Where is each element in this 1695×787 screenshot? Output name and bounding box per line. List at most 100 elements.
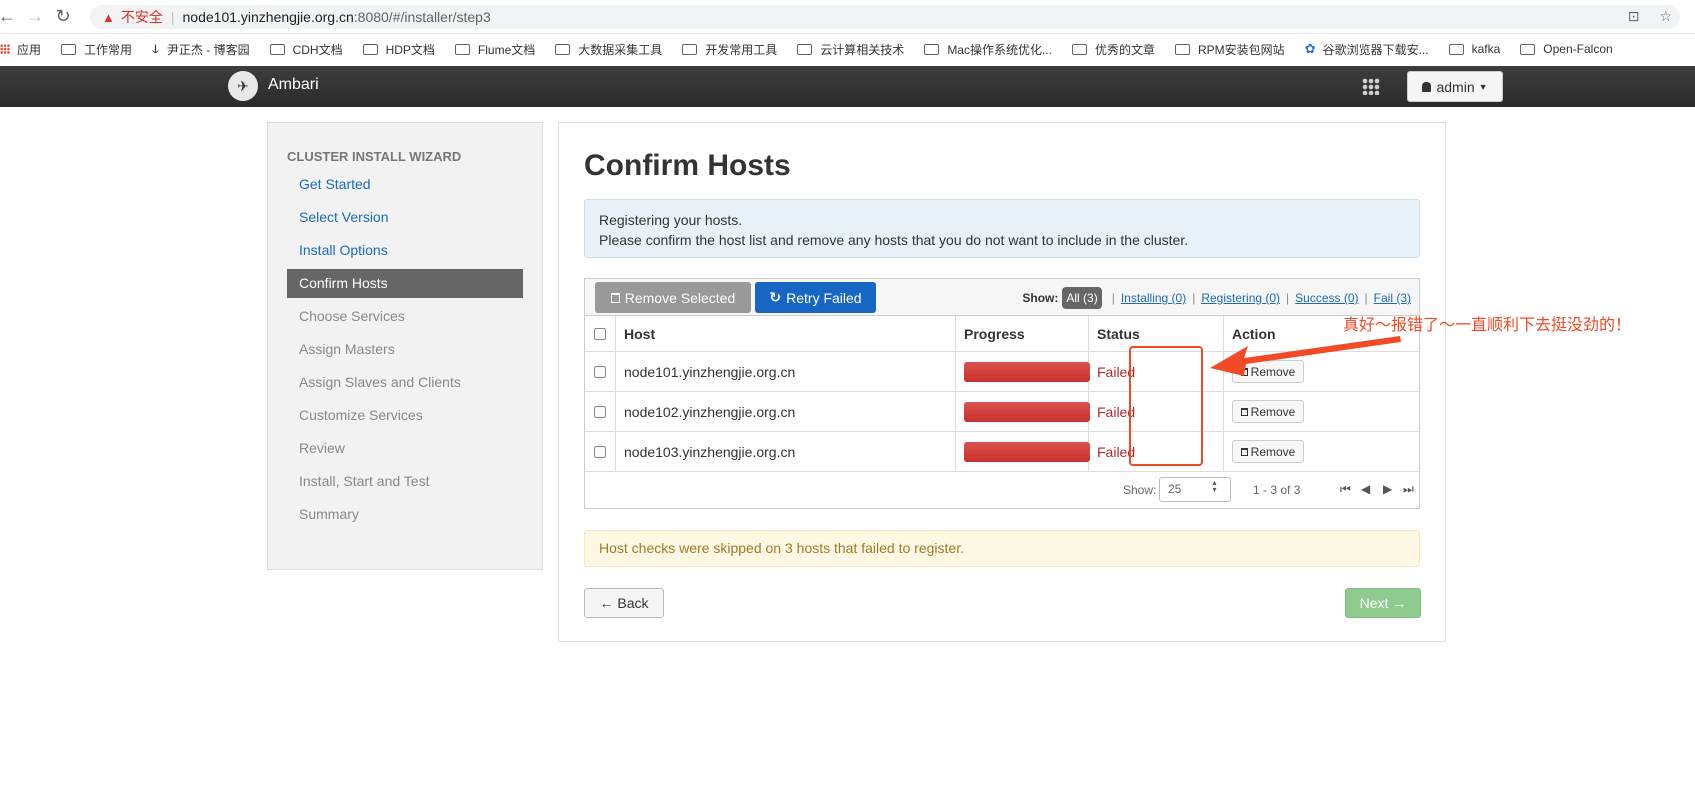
bookmark-item[interactable]: 优秀的文章: [1072, 41, 1155, 58]
bookmark-label: 工作常用: [84, 42, 133, 57]
bookmark-item[interactable]: kafka: [1448, 42, 1501, 56]
step-assign-masters: Assign Masters: [299, 341, 395, 357]
bookmark-item[interactable]: ↆ 尹正杰 - 博客园: [152, 41, 250, 58]
warning-alert: Host checks were skipped on 3 hosts that…: [584, 530, 1420, 567]
row-checkbox[interactable]: [594, 405, 606, 418]
host-name: node103.yinzhengjie.org.cn: [624, 443, 796, 460]
bookmark-item[interactable]: Open-Falcon: [1520, 42, 1613, 56]
site-icon: ↆ: [152, 41, 159, 56]
select-all-checkbox[interactable]: [594, 327, 606, 340]
remove-selected-label: Remove Selected: [624, 289, 736, 306]
column-header-host[interactable]: Host: [624, 316, 655, 351]
folder-icon: [924, 43, 940, 55]
host-name: node101.yinzhengjie.org.cn: [624, 363, 796, 380]
annotation-arrow-icon: [1210, 336, 1401, 376]
bookmark-label: RPM安装包网站: [1198, 42, 1285, 57]
row-checkbox[interactable]: [594, 445, 606, 458]
address-bar[interactable]: ▲ 不安全 | node101.yinzhengjie.org.cn :8080…: [90, 5, 1680, 29]
remove-selected-button[interactable]: Remove Selected: [595, 282, 751, 313]
folder-icon: [555, 43, 571, 55]
step-select-version[interactable]: Select Version: [287, 203, 523, 232]
retry-failed-button[interactable]: ↻ Retry Failed: [755, 282, 876, 313]
bookmark-item[interactable]: CDH文档: [269, 41, 343, 58]
filter-all[interactable]: All (3): [1062, 287, 1102, 309]
folder-icon: [362, 43, 378, 55]
back-button[interactable]: ← Back: [584, 588, 664, 618]
star-icon[interactable]: ☆: [1659, 8, 1672, 25]
step-confirm-hosts[interactable]: Confirm Hosts: [287, 269, 523, 298]
bookmark-item[interactable]: Mac操作系统优化...: [924, 41, 1052, 58]
bookmark-item[interactable]: RPM安装包网站: [1175, 41, 1285, 58]
remove-host-button[interactable]: Remove: [1232, 400, 1304, 423]
table-row: node103.yinzhengjie.org.cn Failed Remove: [585, 432, 1419, 472]
bookmark-label: 大数据采集工具: [578, 42, 663, 57]
row-checkbox[interactable]: [594, 365, 606, 378]
bookmark-label: 应用: [17, 42, 42, 57]
bookmarks-bar: 应用 工作常用 ↆ 尹正杰 - 博客园 CDH文档 HDP文档 Flume文档 大…: [0, 34, 1695, 64]
ambari-logo-icon[interactable]: ✈: [228, 71, 258, 101]
bookmark-item[interactable]: HDP文档: [362, 41, 435, 58]
table-toolbar: Remove Selected ↻ Retry Failed Show: All…: [585, 279, 1419, 316]
column-header-progress[interactable]: Progress: [964, 316, 1025, 351]
url-host: node101.yinzhengjie.org.cn: [182, 9, 354, 25]
filter-fail[interactable]: Fail (3): [1374, 291, 1411, 305]
info-alert: Registering your hosts. Please confirm t…: [584, 199, 1420, 258]
bookmark-label: kafka: [1471, 42, 1501, 56]
progress-bar: [964, 441, 1090, 462]
bookmark-item[interactable]: 应用: [0, 41, 41, 58]
step-choose-services: Choose Services: [299, 308, 405, 324]
translate-icon[interactable]: ⊡: [1628, 8, 1640, 25]
user-menu-button[interactable]: admin ▼: [1407, 71, 1503, 102]
bookmark-label: 云计算相关技术: [820, 42, 905, 57]
trash-icon: [1240, 407, 1248, 416]
filter-registering[interactable]: Registering (0): [1201, 291, 1280, 305]
bookmark-label: 优秀的文章: [1095, 42, 1156, 57]
last-page-icon[interactable]: ⏭: [1403, 482, 1414, 497]
folder-icon: [454, 43, 470, 55]
filter-success[interactable]: Success (0): [1295, 291, 1358, 305]
filter-separator: |: [1111, 291, 1115, 305]
bookmark-item[interactable]: 云计算相关技术: [797, 41, 904, 58]
bookmark-label: HDP文档: [385, 42, 435, 57]
views-grid-icon[interactable]: [1362, 78, 1380, 95]
brand-name[interactable]: Ambari: [268, 76, 319, 94]
warning-icon: ▲: [102, 9, 115, 25]
wizard-title: CLUSTER INSTALL WIZARD: [287, 149, 462, 164]
page-size-select[interactable]: 25: [1159, 477, 1231, 502]
app-navbar: ✈ Ambari admin ▼: [0, 66, 1695, 107]
page-size-label: Show:: [1123, 483, 1157, 497]
bookmark-item[interactable]: 大数据采集工具: [555, 41, 662, 58]
wizard-sidebar: CLUSTER INSTALL WIZARD Get Started Selec…: [267, 122, 543, 570]
page-range: 1 - 3 of 3: [1253, 483, 1301, 497]
trash-icon: [610, 292, 620, 303]
step-install-options[interactable]: Install Options: [287, 236, 523, 265]
prev-page-icon[interactable]: ◀: [1361, 482, 1370, 496]
retry-failed-label: Retry Failed: [786, 289, 862, 306]
filter-installing[interactable]: Installing (0): [1121, 291, 1186, 305]
filter-label: Show:: [1022, 291, 1059, 305]
next-page-icon[interactable]: ▶: [1383, 482, 1392, 496]
action-cell: Remove: [1232, 392, 1304, 431]
first-page-icon[interactable]: ⏮: [1340, 482, 1351, 497]
bookmark-item[interactable]: ✿ 谷歌浏览器下载安...: [1305, 41, 1429, 58]
remove-host-button[interactable]: Remove: [1232, 440, 1304, 463]
remove-label: Remove: [1250, 444, 1296, 459]
folder-icon: [269, 43, 285, 55]
bookmark-item[interactable]: 工作常用: [61, 41, 132, 58]
bookmark-item[interactable]: Flume文档: [454, 41, 535, 58]
bookmark-item[interactable]: 开发常用工具: [682, 41, 777, 58]
step-get-started[interactable]: Get Started: [287, 170, 523, 199]
next-button[interactable]: Next →: [1345, 588, 1421, 618]
step-assign-slaves: Assign Slaves and Clients: [299, 374, 461, 390]
reload-icon[interactable]: ↻: [52, 6, 74, 28]
back-arrow-icon[interactable]: ←: [0, 6, 18, 28]
hosts-table: Remove Selected ↻ Retry Failed Show: All…: [584, 278, 1420, 509]
filter-separator: |: [1364, 291, 1368, 305]
annotation-text: 真好～报错了～一直顺利下去挺没劲的！: [1343, 317, 1632, 334]
progress-cell: [964, 352, 1090, 391]
forward-arrow-icon[interactable]: →: [24, 6, 46, 28]
progress-cell: [964, 432, 1090, 471]
browser-toolbar: ← → ↻ ▲ 不安全 | node101.yinzhengjie.org.cn…: [0, 0, 1695, 34]
caret-down-icon: ▼: [1478, 81, 1488, 92]
host-name: node102.yinzhengjie.org.cn: [624, 403, 796, 420]
